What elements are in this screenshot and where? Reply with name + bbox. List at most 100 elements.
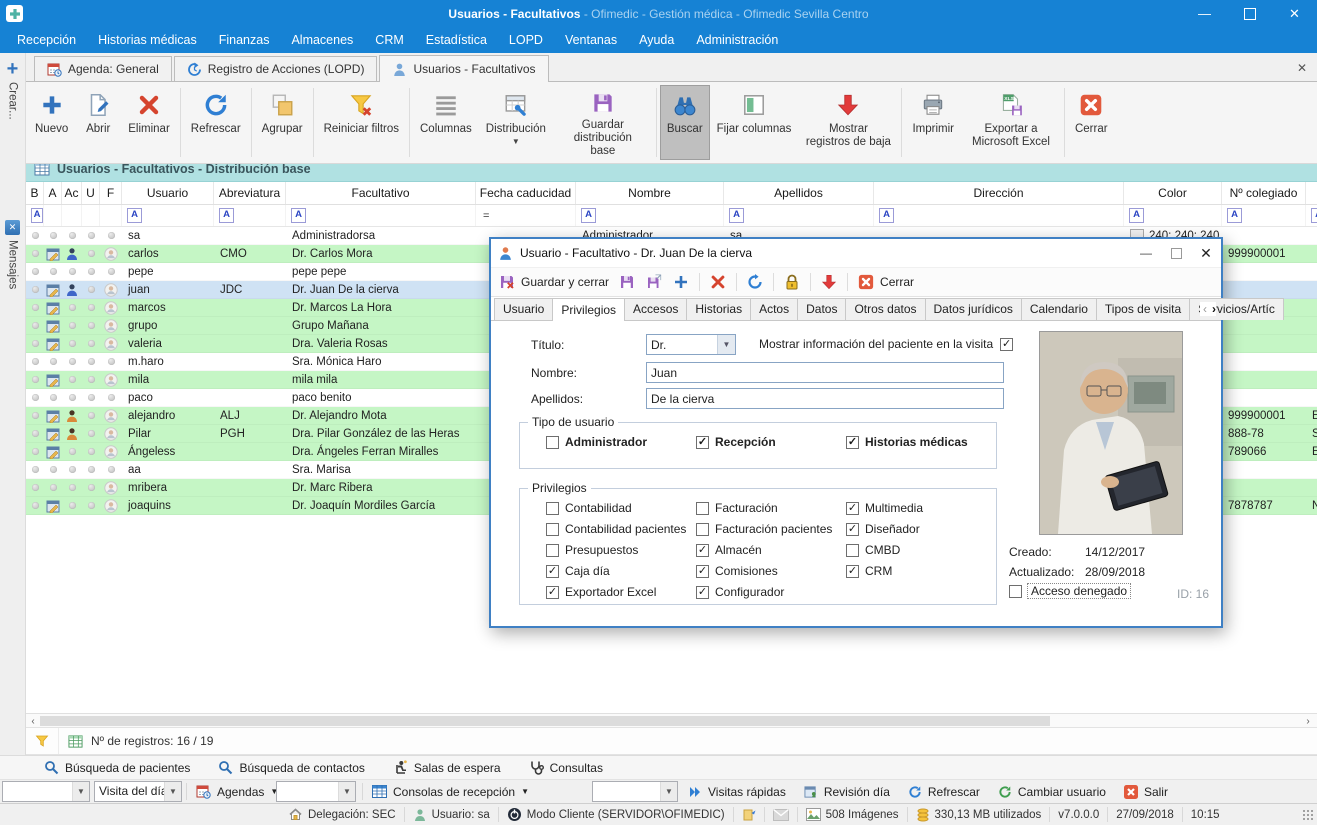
- dialog-tab-datos-juridicos[interactable]: Datos jurídicos: [925, 298, 1022, 320]
- resize-grip[interactable]: [1302, 809, 1313, 820]
- column-header-f[interactable]: F: [100, 182, 122, 204]
- priv-option-cmbd[interactable]: CMBD: [846, 543, 996, 557]
- minimize-button[interactable]: —: [1182, 0, 1227, 27]
- chevron-down-icon[interactable]: ▼: [338, 782, 355, 801]
- column-filter-4[interactable]: [100, 205, 122, 226]
- dialog-tab-actos[interactable]: Actos: [750, 298, 798, 320]
- quick-salas-de-espera[interactable]: Salas de espera: [393, 760, 501, 775]
- priv-option-facturacion-pacientes[interactable]: Facturación pacientes: [696, 522, 846, 536]
- horizontal-scrollbar[interactable]: ‹ ›: [26, 713, 1317, 728]
- priv-option-comisiones[interactable]: ✓Comisiones: [696, 564, 846, 578]
- dialog-tab-privilegios[interactable]: Privilegios: [552, 298, 625, 321]
- menu-item-lopd[interactable]: LOPD: [498, 27, 554, 53]
- dialog-toolbar-down-red-icon[interactable]: [820, 273, 838, 291]
- consolas-recepcion-button[interactable]: Consolas de recepción ▼: [372, 781, 529, 802]
- checkbox[interactable]: ✓: [846, 565, 859, 578]
- priv-option-contabilidad[interactable]: Contabilidad: [546, 501, 696, 515]
- column-header-usuario[interactable]: Usuario: [122, 182, 214, 204]
- dialog-toolbar-delete-icon[interactable]: [709, 273, 727, 291]
- autofilter-icon[interactable]: A: [879, 208, 894, 223]
- ribbon-exportar-a-microsoft-excel[interactable]: XLSExportar a Microsoft Excel: [961, 85, 1061, 160]
- column-header-abreviatura[interactable]: Abreviatura: [214, 182, 286, 204]
- mostrar-info-field[interactable]: Mostrar información del paciente en la v…: [759, 337, 1013, 351]
- tipo-option-historias-medicas[interactable]: ✓Historias médicas: [846, 435, 996, 449]
- column-filter-13[interactable]: A: [1222, 205, 1306, 226]
- column-filter-3[interactable]: [82, 205, 100, 226]
- quick-busqueda-de-pacientes[interactable]: Búsqueda de pacientes: [44, 760, 190, 775]
- column-filter-11[interactable]: A: [874, 205, 1124, 226]
- column-header-a[interactable]: A: [44, 182, 62, 204]
- ribbon-buscar[interactable]: Buscar: [660, 85, 710, 160]
- scroll-right-icon[interactable]: ›: [1301, 716, 1315, 727]
- ribbon-nuevo[interactable]: Nuevo: [28, 85, 75, 160]
- dialog-toolbar-lock-icon[interactable]: [783, 273, 801, 291]
- dialog-tab-tipos-de-visita[interactable]: Tipos de visita: [1096, 298, 1190, 320]
- ribbon-mostrar-registros-de-baja[interactable]: Mostrar registros de baja: [798, 85, 898, 160]
- ribbon-eliminar[interactable]: Eliminar: [121, 85, 177, 160]
- autofilter-icon[interactable]: A: [219, 208, 234, 223]
- footer-salir[interactable]: Salir: [1124, 785, 1168, 799]
- dialog-toolbar-guardar-y-cerrar[interactable]: Guardar y cerrar: [498, 273, 609, 291]
- column-header-n-colegiado[interactable]: Nº colegiado: [1222, 182, 1306, 204]
- dialog-minimize-button[interactable]: —: [1131, 239, 1161, 267]
- checkbox[interactable]: [546, 502, 559, 515]
- checkbox[interactable]: ✓: [846, 436, 859, 449]
- column-header-item[interactable]: [1306, 182, 1317, 204]
- close-button[interactable]: ✕: [1272, 0, 1317, 27]
- footer-cambiar-usuario[interactable]: Cambiar usuario: [998, 785, 1106, 799]
- quick-busqueda-de-contactos[interactable]: Búsqueda de contactos: [218, 760, 364, 775]
- sidebar-item-create[interactable]: Crear...: [7, 82, 19, 120]
- footer-combo-3[interactable]: ▼: [276, 781, 356, 802]
- priv-option-crm[interactable]: ✓CRM: [846, 564, 996, 578]
- column-header-color[interactable]: Color: [1124, 182, 1222, 204]
- tab-agenda-general[interactable]: Agenda: General: [34, 56, 172, 81]
- sidebar-item-messages[interactable]: Mensajes: [7, 240, 19, 289]
- checkbox[interactable]: ✓: [846, 502, 859, 515]
- column-filter-1[interactable]: [44, 205, 62, 226]
- checkbox[interactable]: [546, 544, 559, 557]
- scroll-left-icon[interactable]: ‹: [1203, 302, 1207, 316]
- ribbon-reiniciar-filtros[interactable]: Reiniciar filtros: [317, 85, 406, 160]
- footer-revision-dia[interactable]: Revisión día: [804, 785, 890, 799]
- maximize-button[interactable]: [1227, 0, 1272, 27]
- column-filter-14[interactable]: A: [1306, 205, 1317, 226]
- checkbox[interactable]: ✓: [696, 436, 709, 449]
- dialog-tab-historias[interactable]: Historias: [686, 298, 751, 320]
- dialog-toolbar-add-icon[interactable]: [672, 273, 690, 291]
- menu-item-estadistica[interactable]: Estadística: [415, 27, 498, 53]
- tab-registro-de-acciones-lopd[interactable]: Registro de Acciones (LOPD): [174, 56, 378, 81]
- autofilter-icon[interactable]: A: [127, 208, 142, 223]
- column-filter-0[interactable]: A: [26, 205, 44, 226]
- menu-item-administracion[interactable]: Administración: [685, 27, 789, 53]
- dialog-titlebar[interactable]: Usuario - Facultativo - Dr. Juan De la c…: [491, 239, 1221, 267]
- footer-refrescar[interactable]: Refrescar: [908, 785, 980, 799]
- checkbox[interactable]: [696, 523, 709, 536]
- priv-option-presupuestos[interactable]: Presupuestos: [546, 543, 696, 557]
- ribbon-refrescar[interactable]: Refrescar: [184, 85, 248, 160]
- dialog-tab-otros-datos[interactable]: Otros datos: [845, 298, 925, 320]
- autofilter-icon[interactable]: A: [31, 208, 43, 223]
- priv-option-multimedia[interactable]: ✓Multimedia: [846, 501, 996, 515]
- footer-combo-4[interactable]: ▼: [592, 781, 678, 802]
- column-header-direccion[interactable]: Dirección: [874, 182, 1124, 204]
- checkbox[interactable]: [846, 544, 859, 557]
- dialog-tab-usuario[interactable]: Usuario: [494, 298, 553, 320]
- column-filter-7[interactable]: A: [286, 205, 476, 226]
- ribbon-guardar-distribucion-base[interactable]: Guardar distribución base: [553, 85, 653, 160]
- autofilter-icon[interactable]: A: [1129, 208, 1144, 223]
- scrollbar-thumb[interactable]: [40, 716, 1050, 726]
- column-header-apellidos[interactable]: Apellidos: [724, 182, 874, 204]
- mostrar-info-checkbox[interactable]: ✓: [1000, 338, 1013, 351]
- priv-option-configurador[interactable]: ✓Configurador: [696, 585, 846, 599]
- autofilter-icon[interactable]: A: [729, 208, 744, 223]
- ribbon-agrupar[interactable]: Agrupar: [255, 85, 310, 160]
- messages-icon[interactable]: ✕: [5, 220, 20, 235]
- priv-option-contabilidad-pacientes[interactable]: Contabilidad pacientes: [546, 522, 696, 536]
- checkbox[interactable]: [546, 523, 559, 536]
- column-header-nombre[interactable]: Nombre: [576, 182, 724, 204]
- create-icon[interactable]: +: [7, 61, 19, 77]
- checkbox[interactable]: ✓: [696, 565, 709, 578]
- column-filter-6[interactable]: A: [214, 205, 286, 226]
- menu-item-almacenes[interactable]: Almacenes: [280, 27, 364, 53]
- priv-option-disenador[interactable]: ✓Diseñador: [846, 522, 996, 536]
